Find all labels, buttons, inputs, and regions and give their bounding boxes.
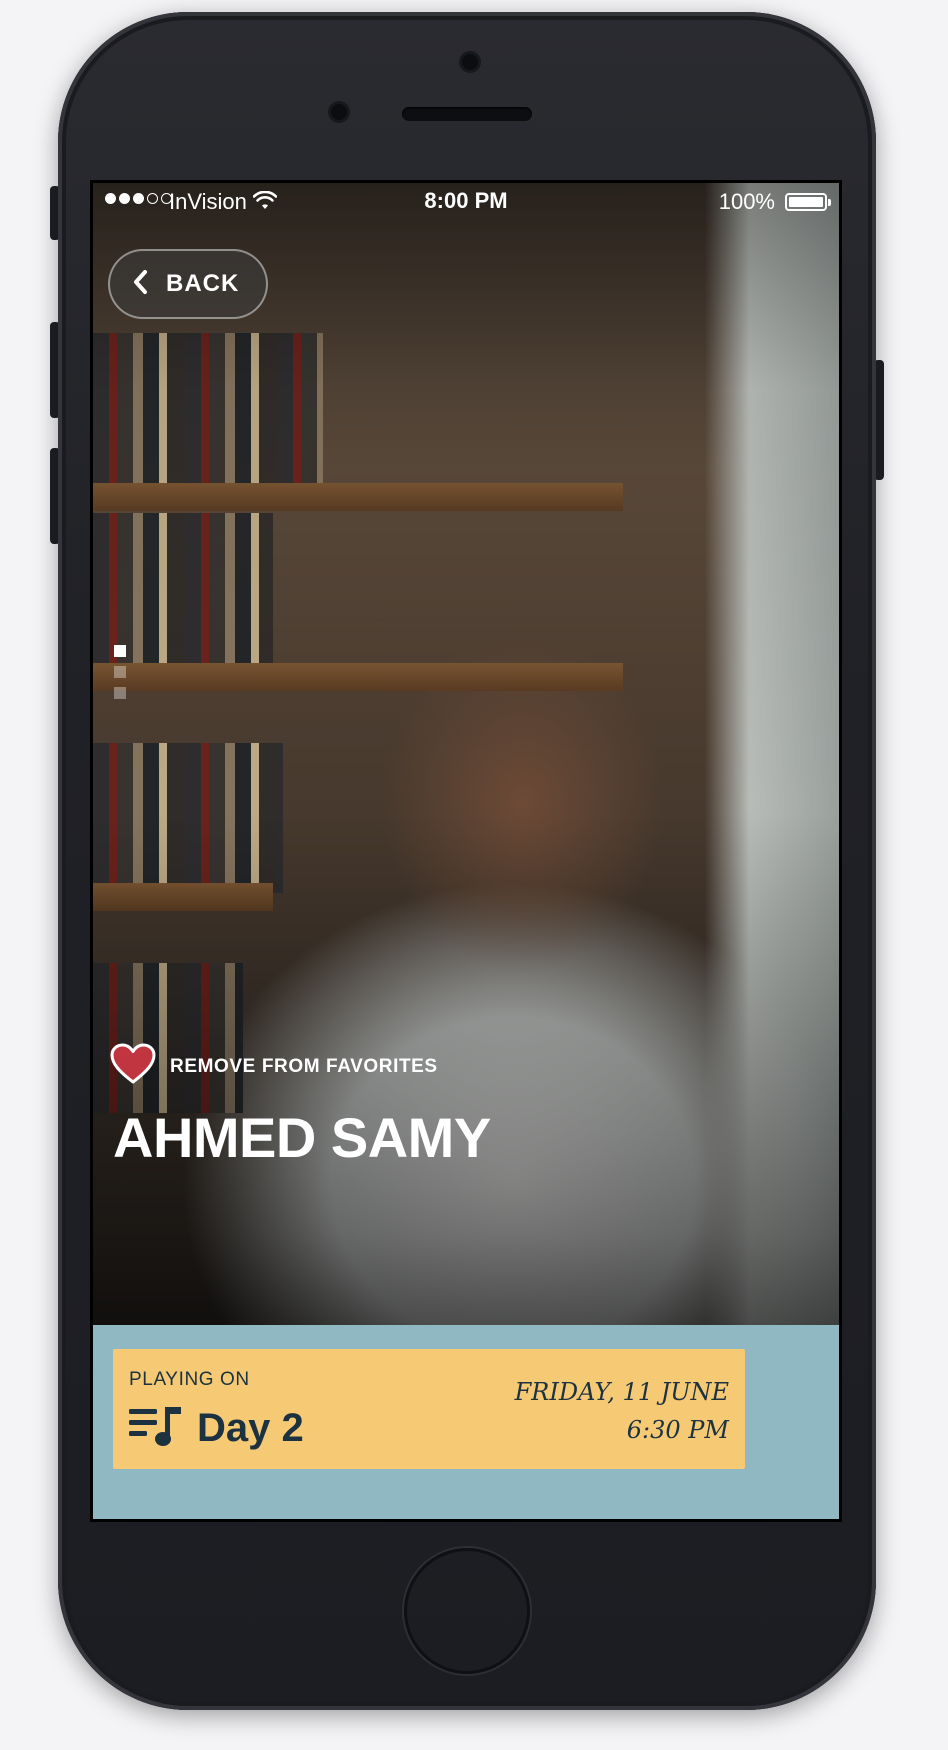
back-button[interactable]: BACK (108, 249, 268, 319)
schedule-card: PLAYING ON Day 2 FRIDAY, 11 JUNE 6:30 PM (113, 1349, 745, 1469)
back-label: BACK (166, 270, 240, 297)
performance-date: FRIDAY, 11 JUNE (514, 1378, 729, 1406)
performance-time: 6:30 PM (626, 1416, 729, 1444)
day-label: Day 2 (197, 1406, 304, 1450)
front-camera (462, 54, 478, 70)
status-bar: InVision 8:00 PM 100% (93, 183, 839, 223)
artist-name: AHMED SAMY (113, 1106, 491, 1169)
chevron-left-icon (132, 269, 148, 300)
app-screen: InVision 8:00 PM 100% BACK REMOVE FROM F… (90, 180, 842, 1522)
playing-on-label: PLAYING ON (129, 1369, 250, 1390)
playlist-music-icon (129, 1405, 183, 1452)
day-row: Day 2 (129, 1405, 304, 1452)
earpiece-speaker (402, 107, 532, 121)
photo-pager (114, 645, 126, 699)
mockup-stage: InVision 8:00 PM 100% BACK REMOVE FROM F… (0, 0, 948, 1750)
pager-dot[interactable] (114, 645, 126, 657)
schedule-panel: PLAYING ON Day 2 FRIDAY, 11 JUNE 6:30 PM (93, 1325, 839, 1519)
battery-icon (785, 193, 831, 211)
home-button[interactable] (404, 1548, 530, 1674)
proximity-sensor (331, 104, 347, 120)
date-time: FRIDAY, 11 JUNE 6:30 PM (515, 1373, 729, 1449)
heart-icon (110, 1043, 156, 1090)
remove-favorite-button[interactable]: REMOVE FROM FAVORITES (110, 1043, 438, 1090)
pager-dot[interactable] (114, 666, 126, 678)
battery-percentage: 100% (718, 189, 775, 214)
favorite-label: REMOVE FROM FAVORITES (170, 1055, 438, 1077)
pager-dot[interactable] (114, 687, 126, 699)
